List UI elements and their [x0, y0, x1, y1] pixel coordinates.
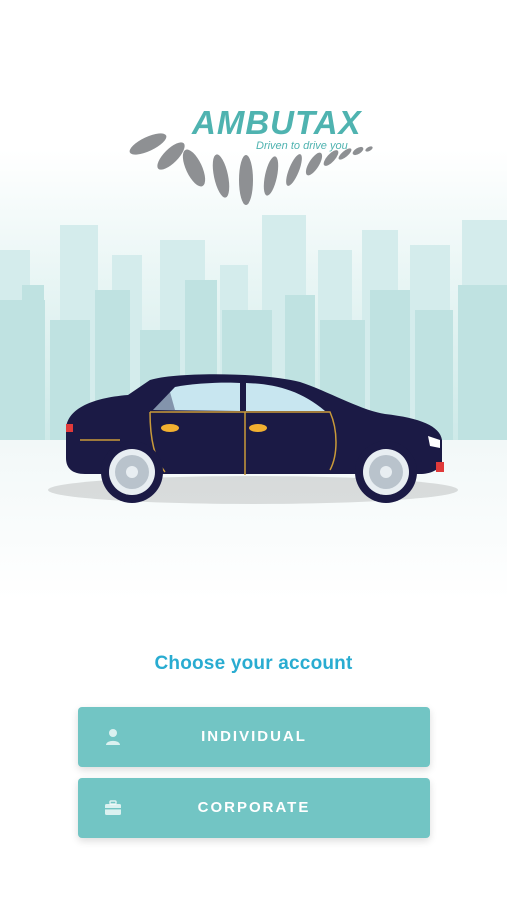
individual-account-button[interactable]: INDIVIDUAL — [78, 707, 430, 767]
individual-button-label: INDIVIDUAL — [201, 728, 307, 745]
corporate-button-label: CORPORATE — [197, 799, 311, 816]
brand-tagline: Driven to drive you — [256, 140, 348, 152]
brand-name: AMBUTAX — [192, 104, 362, 141]
choose-account-title: Choose your account — [154, 653, 353, 674]
hero-illustration — [0, 0, 507, 600]
city-car-illustration — [0, 150, 507, 600]
corporate-account-button[interactable]: CORPORATE — [78, 778, 430, 838]
